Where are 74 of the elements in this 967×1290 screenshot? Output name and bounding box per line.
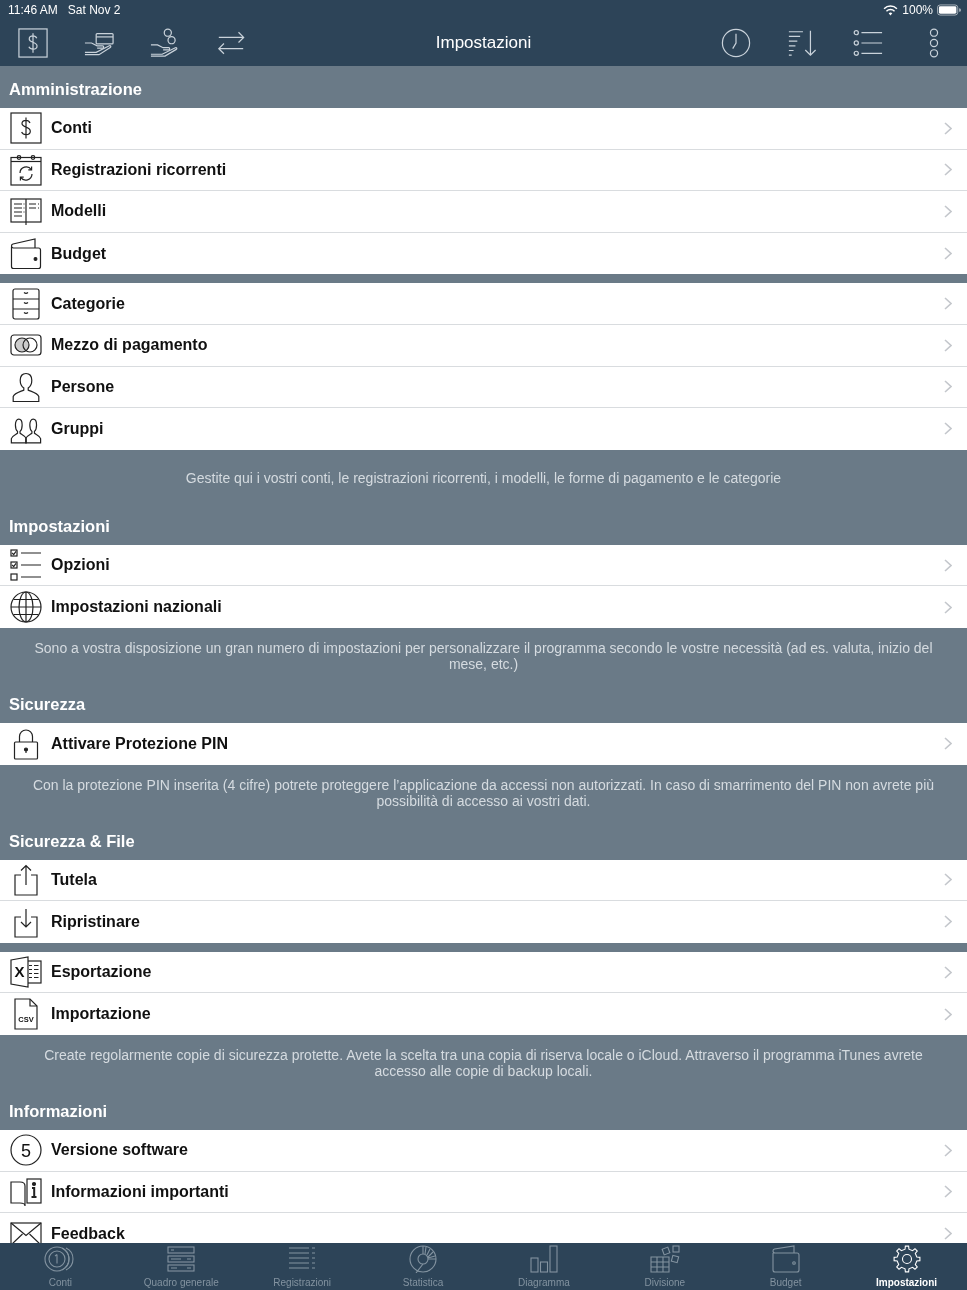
- list-row[interactable]: Gruppi: [0, 408, 967, 450]
- more-icon[interactable]: [929, 28, 939, 58]
- blocks-icon: [648, 1245, 681, 1273]
- stacked-rows-icon: [165, 1245, 198, 1273]
- list-row[interactable]: Categorie: [0, 283, 967, 325]
- chevron-icon: [944, 205, 952, 218]
- list-row[interactable]: 5 Versione software: [0, 1129, 967, 1172]
- battery-icon: [937, 4, 961, 16]
- list-row[interactable]: Modelli: [0, 191, 967, 233]
- section-note: Create regolarmente copie di sicurezza protette. Avete la scelta tra una copia di riserva locale o iCloud. Attraverso il programma iTunes avrete accesso alle copie di backup locali.: [43, 1047, 924, 1080]
- clock-icon[interactable]: [721, 28, 751, 58]
- settings-icon: [890, 1245, 923, 1273]
- battery-percent: 100%: [902, 3, 933, 17]
- chevron-icon: [944, 338, 952, 352]
- chevron-icon: [944, 915, 952, 929]
- chevron-icon: [944, 1007, 952, 1021]
- list-row[interactable]: Registrazioni ricorrenti: [0, 149, 967, 192]
- dollar-box-icon: [10, 112, 42, 145]
- info-book-icon: [10, 1175, 42, 1208]
- chevron-icon: [944, 1143, 952, 1157]
- dollar-box-icon[interactable]: [18, 28, 48, 58]
- section-header: Informazioni: [9, 1100, 108, 1121]
- wifi-icon: [883, 4, 899, 16]
- open-book-icon: [10, 195, 42, 228]
- chevron-icon: [944, 873, 952, 887]
- list-row[interactable]: Conti: [0, 108, 967, 150]
- wallet-icon: [10, 237, 42, 270]
- section-header: Impostazioni: [9, 515, 110, 536]
- chevron-icon: [944, 1227, 952, 1241]
- list-row[interactable]: Impostazioni nazionali: [0, 586, 967, 628]
- sort-descending-icon[interactable]: [787, 28, 817, 58]
- bar-chart-icon: [527, 1245, 560, 1273]
- section-note: Gestite qui i vostri conti, le registrazioni ricorrenti, i modelli, le forme di pagamento e le categorie: [185, 470, 782, 487]
- section-header: Sicurezza & File: [9, 830, 135, 851]
- calendar-refresh-icon: [10, 153, 42, 186]
- list-row[interactable]: Attivare Protezione PIN: [0, 722, 967, 765]
- chevron-icon: [944, 422, 952, 436]
- list-row[interactable]: Tutela: [0, 859, 967, 902]
- status-time: 11:46 AM: [8, 3, 58, 17]
- hand-coins-icon[interactable]: [150, 28, 180, 58]
- chevron-icon: [944, 297, 952, 311]
- section-header: Sicurezza: [9, 693, 86, 714]
- list-row[interactable]: Informazioni importanti: [0, 1171, 967, 1214]
- coins-icon: [44, 1245, 77, 1273]
- section-note: Sono a vostra disposizione un gran numero di impostazioni per personalizzare il programma secondo le vostre necessità (ad es. valuta, inizio del mese, etc.): [33, 640, 934, 673]
- chevron-icon: [944, 965, 952, 979]
- chevron-icon: [944, 1185, 952, 1199]
- list-row[interactable]: Opzioni: [0, 544, 967, 587]
- section-header: Amministrazione: [9, 79, 142, 99]
- tab-button[interactable]: Impostazioni: [846, 1243, 967, 1290]
- list-row[interactable]: Ripristinare: [0, 901, 967, 943]
- chevron-icon: [944, 247, 952, 261]
- section-note: Con la protezione PIN inserita (4 cifre) potrete proteggere l’applicazione da accessi non autorizzati. In caso di smarrimento del PIN non avrete più possibilità di accesso ai vostri dati.: [31, 777, 936, 810]
- chevron-icon: [944, 380, 952, 394]
- chevron-icon: [944, 121, 952, 135]
- list-icon[interactable]: [853, 28, 883, 58]
- chevron-icon: [944, 737, 952, 751]
- list-row[interactable]: Budget: [0, 232, 967, 275]
- chevron-icon: [944, 558, 952, 572]
- list-row[interactable]: Persone: [0, 366, 967, 409]
- list-row[interactable]: X Esportazione: [0, 951, 967, 994]
- globe-icon: [10, 591, 42, 624]
- drawer-cabinet-icon: [10, 287, 42, 320]
- number-circle-icon: 5: [10, 1134, 42, 1167]
- list-row[interactable]: Feedback: [0, 1213, 967, 1243]
- person-icon: [10, 370, 42, 403]
- pie-chart-icon: [407, 1245, 440, 1273]
- chevron-icon: [944, 600, 952, 614]
- wallet-icon: [769, 1245, 802, 1273]
- chevron-icon: [944, 163, 952, 177]
- list-row[interactable]: Mezzo di pagamento: [0, 324, 967, 367]
- nav-title: Impostazioni: [435, 33, 532, 53]
- checklist-icon: [10, 549, 42, 582]
- status-date: Sat Nov 2: [67, 3, 121, 17]
